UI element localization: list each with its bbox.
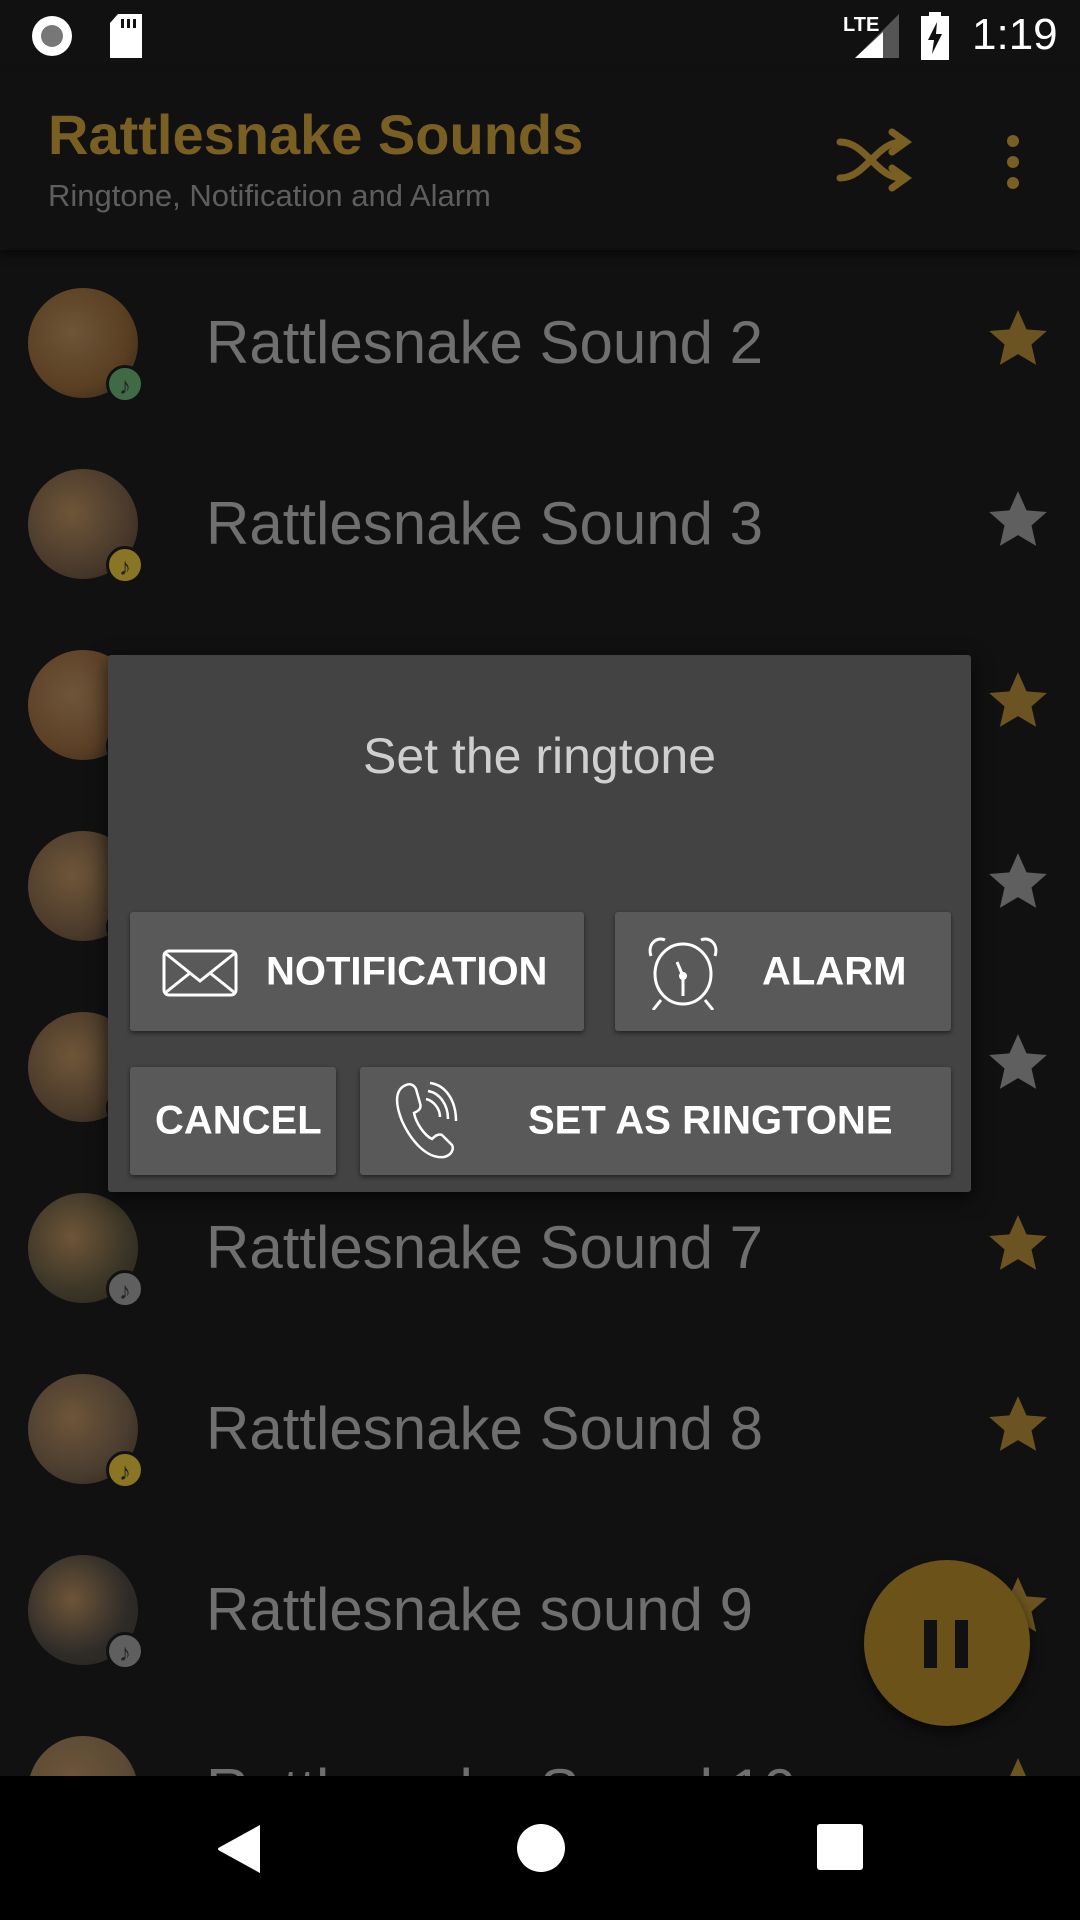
music-note-icon: ♪ xyxy=(106,546,144,584)
alarm-button[interactable]: ALARM xyxy=(615,912,951,1031)
cancel-button[interactable]: CANCEL xyxy=(130,1067,336,1175)
favorite-star-icon[interactable] xyxy=(985,849,1051,915)
shuffle-icon[interactable] xyxy=(836,128,916,192)
navigation-bar xyxy=(0,1776,1080,1920)
music-note-icon: ♪ xyxy=(106,1270,144,1308)
favorite-star-icon[interactable] xyxy=(985,1392,1051,1458)
back-icon[interactable] xyxy=(216,1823,262,1875)
more-vert-icon[interactable] xyxy=(1003,132,1023,192)
signal-icon xyxy=(855,14,899,58)
sound-list-item[interactable]: ♪ Rattlesnake Sound 2 xyxy=(0,252,1080,433)
sd-card-icon xyxy=(110,14,142,58)
set-as-ringtone-button[interactable]: SET AS RINGTONE xyxy=(360,1067,951,1175)
set-ringtone-dialog: Set the ringtone NOTIFICATION ALARM CANC… xyxy=(108,655,971,1192)
sound-name: Rattlesnake sound 9 xyxy=(206,1576,754,1643)
recents-icon[interactable] xyxy=(817,1824,863,1870)
favorite-star-icon[interactable] xyxy=(985,1211,1051,1277)
envelope-icon xyxy=(162,949,238,997)
sound-list-item[interactable]: ♪ Rattlesnake Sound 3 xyxy=(0,433,1080,614)
cancel-label: CANCEL xyxy=(155,1098,322,1143)
favorite-star-icon[interactable] xyxy=(985,1754,1051,1776)
music-note-icon: ♪ xyxy=(106,1632,144,1670)
favorite-star-icon[interactable] xyxy=(985,306,1051,372)
favorite-star-icon[interactable] xyxy=(985,668,1051,734)
alarm-clock-icon xyxy=(648,937,718,1010)
app-subtitle: Ringtone, Notification and Alarm xyxy=(48,178,491,213)
record-icon xyxy=(32,16,72,56)
battery-charging-icon xyxy=(921,12,949,60)
sound-name: Rattlesnake Sound 8 xyxy=(206,1395,764,1462)
pause-button[interactable] xyxy=(864,1560,1030,1726)
sound-name: Rattlesnake Sound 3 xyxy=(206,490,764,557)
pause-icon xyxy=(924,1620,968,1668)
favorite-star-icon[interactable] xyxy=(985,1030,1051,1096)
snake-avatar xyxy=(28,1736,138,1776)
phone-ringing-icon xyxy=(395,1081,458,1159)
set-as-ringtone-label: SET AS RINGTONE xyxy=(528,1098,893,1143)
app-title: Rattlesnake Sounds xyxy=(48,103,584,166)
clock: 1:19 xyxy=(972,10,1058,59)
dialog-title: Set the ringtone xyxy=(362,728,717,784)
alarm-label: ALARM xyxy=(762,949,907,993)
sound-name: Rattlesnake Sound 7 xyxy=(206,1214,764,1281)
home-icon[interactable] xyxy=(516,1823,566,1873)
app-bar: Rattlesnake Sounds Ringtone, Notificatio… xyxy=(0,72,1080,250)
sound-name: Rattlesnake Sound 10 xyxy=(206,1756,796,1776)
sound-name: Rattlesnake Sound 2 xyxy=(206,309,764,376)
notification-button[interactable]: NOTIFICATION xyxy=(130,912,584,1031)
music-note-icon: ♪ xyxy=(106,365,144,403)
status-bar: LTE 1:19 xyxy=(0,0,1080,72)
favorite-star-icon[interactable] xyxy=(985,487,1051,553)
notification-label: NOTIFICATION xyxy=(266,949,548,993)
music-note-icon: ♪ xyxy=(106,1451,144,1489)
sound-list-item[interactable]: ♪ Rattlesnake Sound 8 xyxy=(0,1338,1080,1519)
